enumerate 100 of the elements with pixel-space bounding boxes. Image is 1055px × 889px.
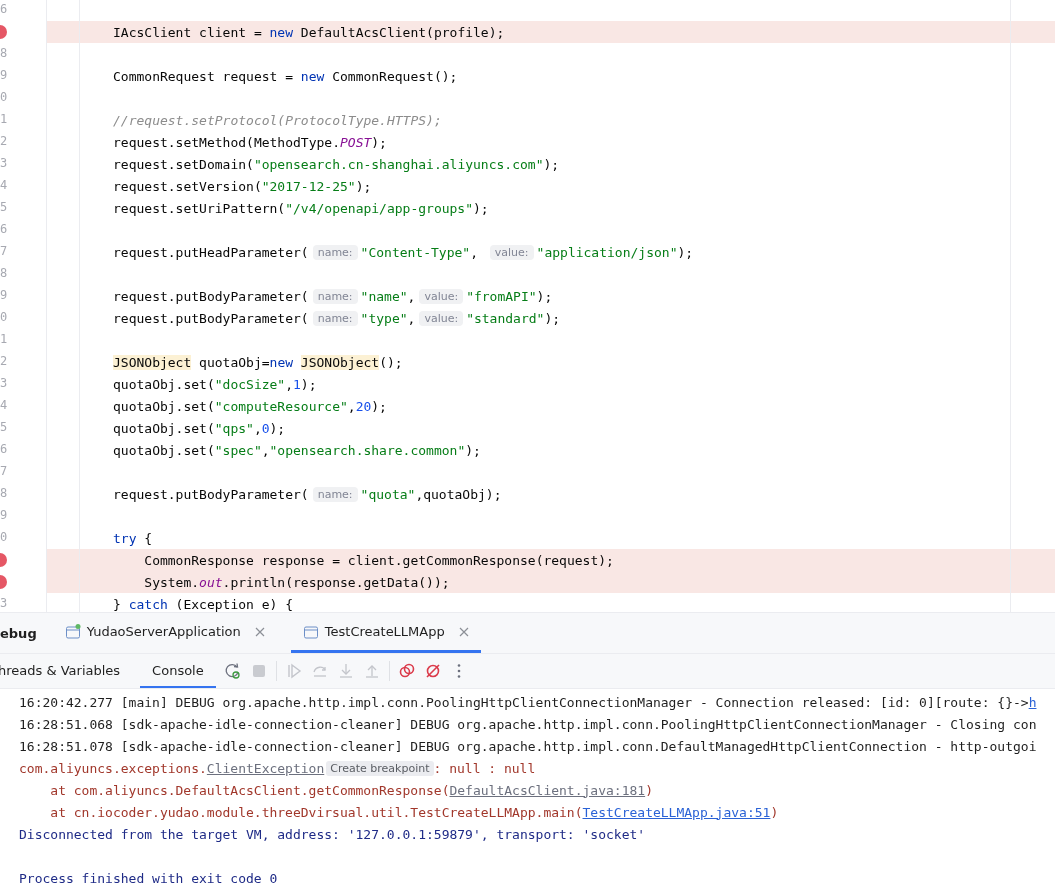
source-link[interactable]: h	[1028, 694, 1037, 710]
error-text: )	[770, 804, 779, 820]
code-text: IAcsClient client =	[113, 24, 263, 40]
line-number: 8	[0, 46, 8, 60]
code-text: quotaObj.set(	[113, 376, 215, 392]
code-text: );	[544, 310, 561, 326]
code-text: );	[371, 398, 387, 414]
line-number: 1	[0, 332, 8, 346]
number-literal: 0	[261, 420, 270, 436]
highlighted-type: JSONObject	[300, 354, 380, 370]
code-text: .println(response.getData());	[222, 574, 450, 590]
string-literal: "standard"	[466, 310, 545, 326]
code-text: ,	[407, 288, 416, 304]
static-field: out	[199, 574, 223, 590]
line-number: 6	[0, 222, 8, 236]
keyword: try	[113, 530, 137, 546]
code-text: CommonRequest();	[331, 68, 458, 84]
string-literal: "opensearch.cn-shanghai.aliyuncs.com"	[253, 156, 544, 172]
log-text: 16:20:42.277 [main] DEBUG org.apache.http.impl.conn.PoolingHttpClientConnectionManager - Connection released: [id: 0][route: {}->	[19, 694, 1029, 710]
line-number: 6	[0, 442, 8, 456]
window-icon	[64, 623, 81, 640]
code-text: request.setMethod(MethodType.	[113, 134, 340, 150]
code-text: quotaObj.set(	[113, 420, 215, 436]
code-text: request.putBodyParameter(	[113, 288, 309, 304]
code-text: ,	[253, 420, 262, 436]
parameter-hint: value:	[419, 288, 464, 304]
panel-tab[interactable]: Console	[140, 654, 216, 688]
code-text: );	[473, 200, 489, 216]
code-text: (Exception e) {	[174, 596, 294, 612]
breakpoints-icon[interactable]	[397, 662, 416, 680]
line-number: 4	[0, 178, 8, 192]
source-link[interactable]: TestCreateLLMApp.java:51	[582, 804, 771, 820]
line-number: 9	[0, 508, 8, 522]
code-text: CommonResponse response = client.getCommonResponse(request);	[143, 552, 614, 568]
system-message: Process finished with exit code 0	[19, 870, 278, 886]
code-text: {	[143, 530, 153, 546]
line-number: 5	[0, 200, 8, 214]
code-text: quotaObj.set(	[113, 398, 215, 414]
line-number: 3	[0, 376, 8, 390]
code-text: );	[355, 178, 372, 194]
code-text: quotaObj.set(	[113, 442, 215, 458]
keyword: catch	[128, 596, 168, 612]
line-number: 5	[0, 420, 8, 434]
line-number: 7	[0, 244, 8, 258]
parameter-hint: name:	[312, 288, 358, 304]
string-literal: "type"	[360, 310, 408, 326]
line-number: 0	[0, 310, 8, 324]
parameter-hint: name:	[312, 244, 358, 260]
code-text: ,quotaObj);	[415, 486, 502, 502]
code-text: CommonRequest request =	[113, 68, 294, 84]
code-text: ();	[379, 354, 403, 370]
panel-tab[interactable]: hreads & Variables	[0, 654, 133, 688]
code-text: System.	[143, 574, 200, 590]
close-icon[interactable]	[254, 626, 265, 637]
line-number: 8	[0, 266, 8, 280]
create-breakpoint-button[interactable]: Create breakpoint	[326, 760, 434, 776]
code-text: ,	[347, 398, 356, 414]
log-text: 16:28:51.068 [sdk-apache-idle-connection-cleaner] DEBUG org.apache.http.impl.conn.PoolingHttpClientConnectionManager - Closing con	[19, 716, 1037, 732]
error-text: )	[645, 782, 653, 798]
code-text: request.putBodyParameter(	[113, 486, 309, 502]
line-number: 3	[0, 156, 8, 170]
line-number: 8	[0, 486, 8, 500]
rerun-icon[interactable]	[223, 662, 242, 680]
code-text: }	[113, 596, 122, 612]
error-text: at com.aliyuncs.DefaultAcsClient.getCommonResponse(	[49, 782, 450, 798]
code-text: DefaultAcsClient(profile);	[299, 24, 505, 40]
keyword: new	[269, 354, 294, 370]
code-text: );	[269, 420, 286, 436]
string-literal: "computeResource"	[214, 398, 348, 414]
error-text: com.aliyuncs.exceptions.	[19, 760, 207, 776]
code-text: request.setUriPattern(	[113, 200, 286, 216]
code-text: ,	[407, 310, 416, 326]
error-text: : null : null	[433, 760, 536, 776]
keyword: new	[269, 24, 294, 40]
number-literal: 20	[355, 398, 372, 414]
parameter-hint: name:	[312, 486, 358, 502]
code-text: );	[536, 288, 553, 304]
line-number: 3	[0, 596, 8, 610]
string-literal: "opensearch.share.common"	[269, 442, 466, 458]
line-number: 1	[0, 112, 8, 126]
code-text: quotaObj=	[198, 354, 270, 370]
run-tab[interactable]: YudaoServerApplication	[64, 613, 277, 653]
string-literal: "fromAPI"	[466, 288, 537, 304]
line-number: 0	[0, 90, 8, 104]
string-literal: "docSize"	[214, 376, 286, 392]
string-literal: "/v4/openapi/app-groups"	[285, 200, 474, 216]
code-text: request.putBodyParameter(	[113, 310, 309, 326]
parameter-hint: value:	[489, 244, 534, 260]
static-field: POST	[340, 134, 372, 150]
code-text: request.setDomain(	[113, 156, 254, 172]
line-number: 2	[0, 134, 8, 148]
source-link[interactable]: DefaultAcsClient.java:181	[449, 782, 646, 798]
source-link[interactable]: ClientException	[206, 760, 325, 776]
close-icon[interactable]	[458, 626, 469, 637]
line-number: 4	[0, 398, 8, 412]
string-literal: "2017-12-25"	[261, 178, 356, 194]
line-number: 2	[0, 354, 8, 368]
string-literal: "quota"	[360, 486, 416, 502]
line-number: 9	[0, 68, 8, 82]
window-icon	[302, 623, 319, 640]
